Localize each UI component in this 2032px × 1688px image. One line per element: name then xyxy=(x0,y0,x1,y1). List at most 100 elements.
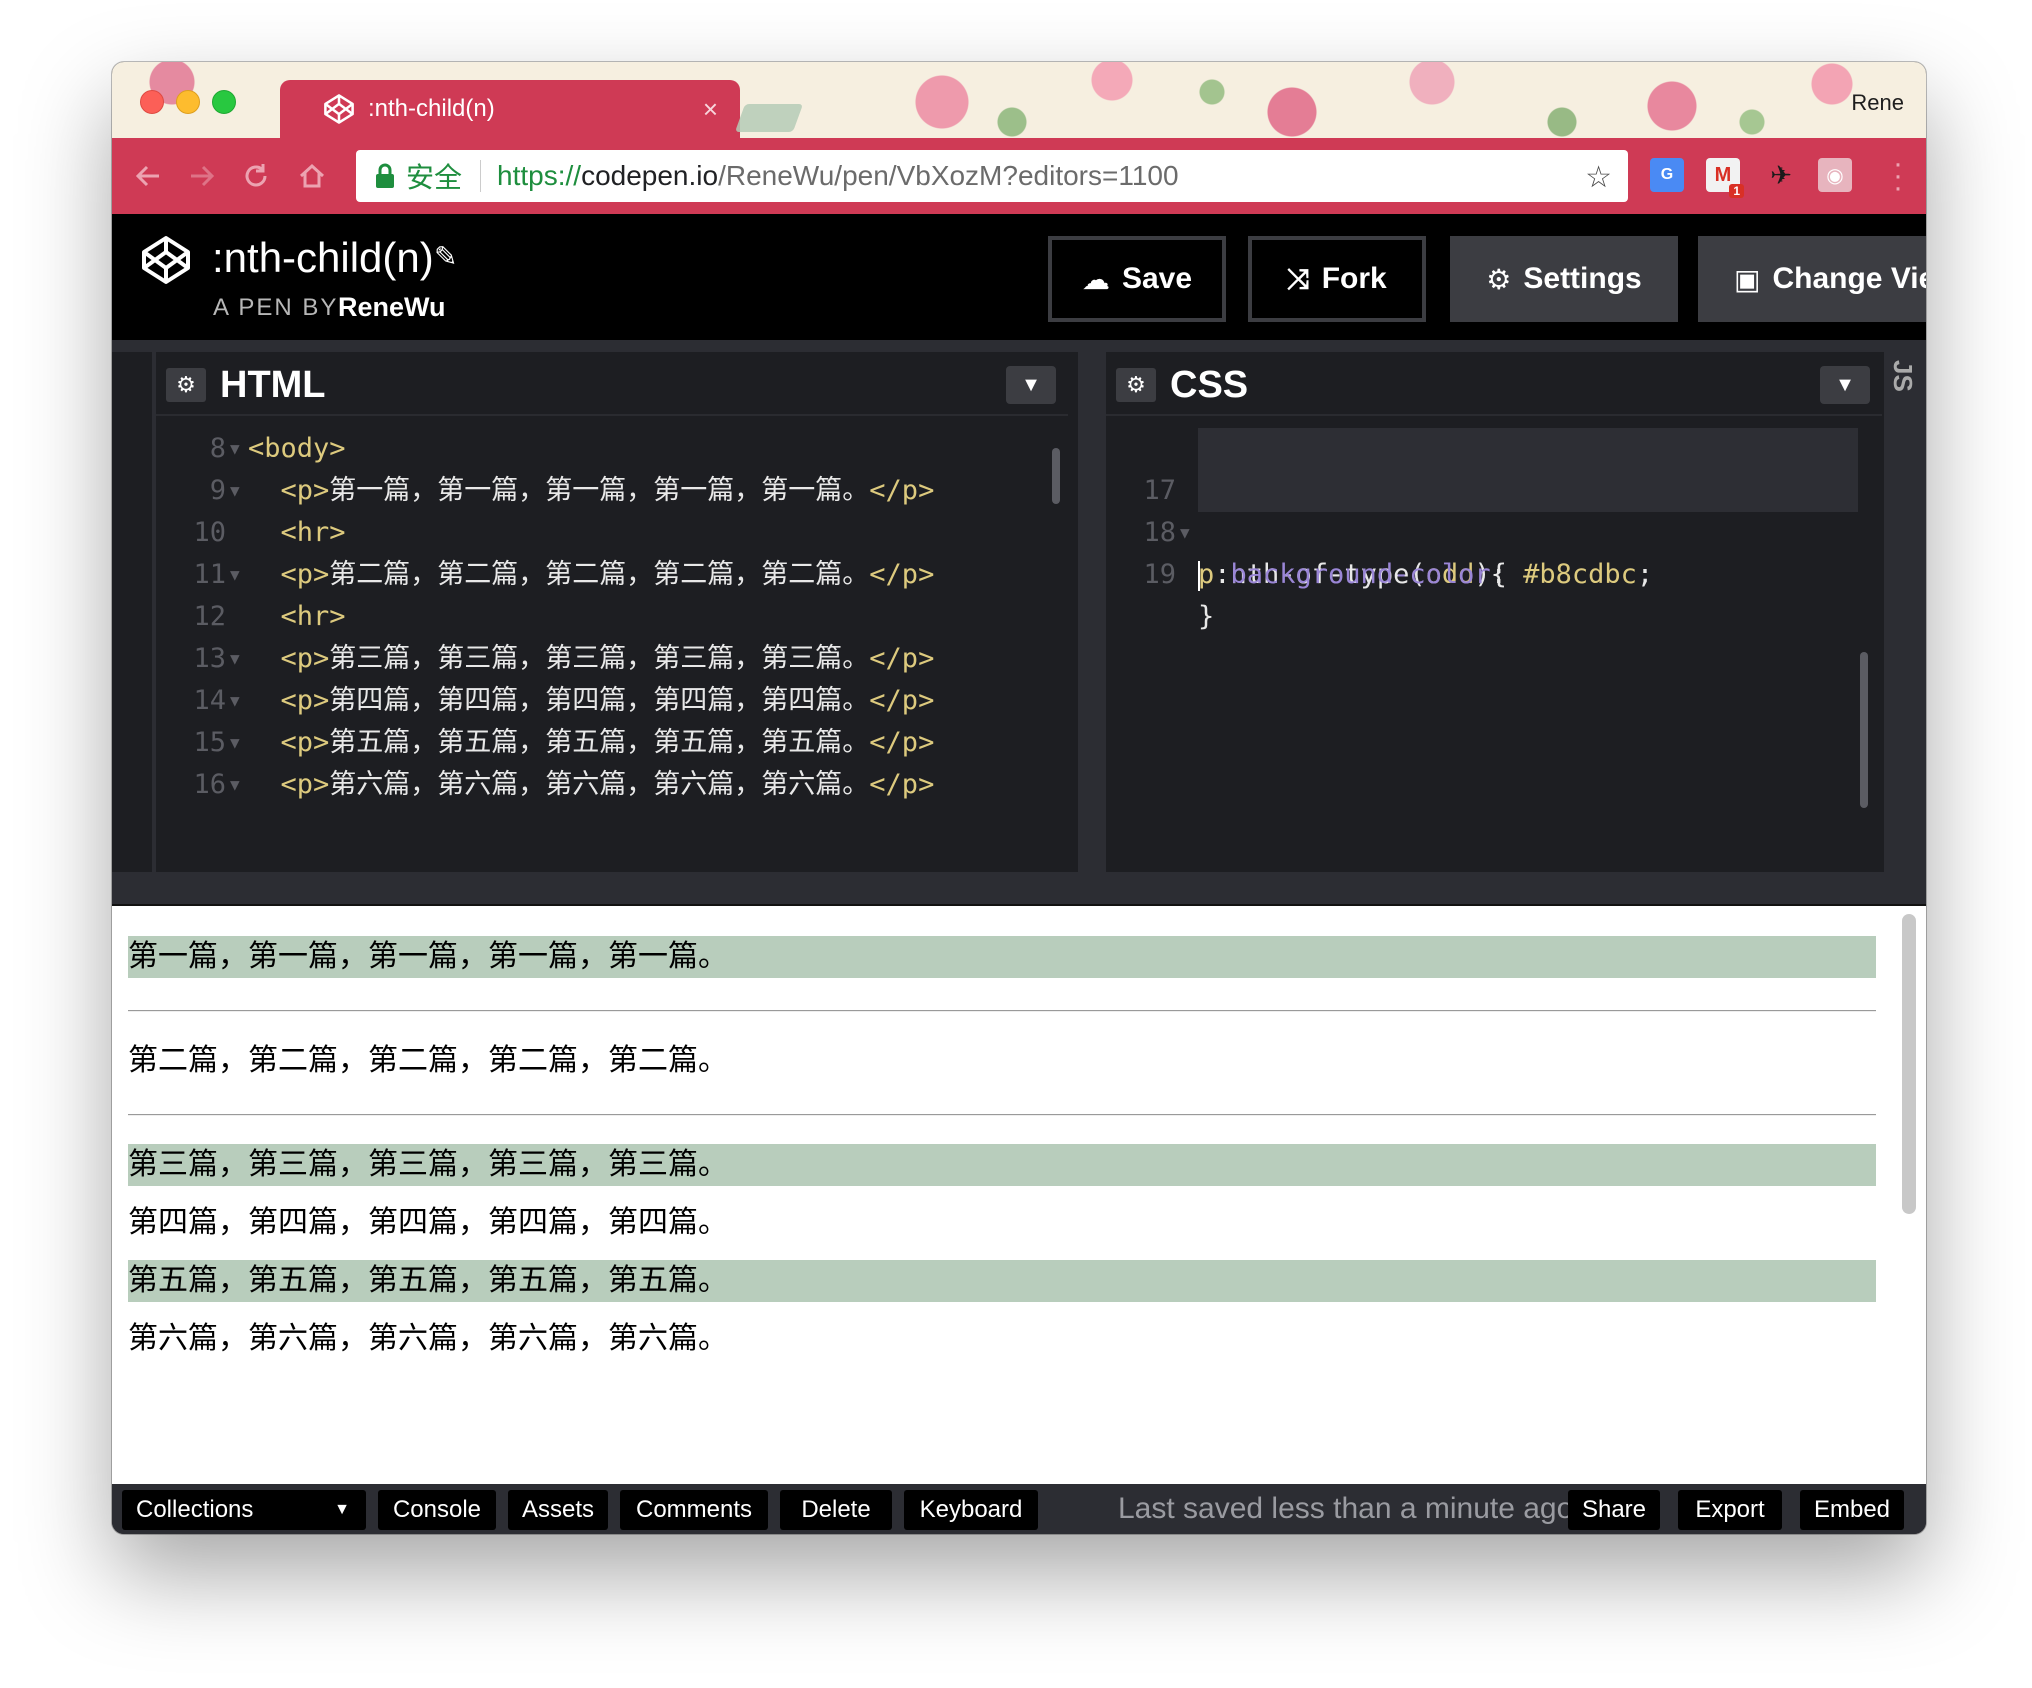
html-text: 第六篇，第六篇，第六篇，第六篇，第六篇。 xyxy=(329,769,870,800)
edit-pencil-icon[interactable]: ✎ xyxy=(434,240,457,273)
css-editor-header: ⚙ CSS ▼ xyxy=(1106,352,1882,416)
forward-arrow-icon[interactable] xyxy=(184,158,220,194)
tab-close-icon[interactable]: × xyxy=(703,94,718,125)
pen-author-link[interactable]: ReneWu xyxy=(338,292,446,323)
editor-resize-handle[interactable] xyxy=(1078,352,1106,872)
save-button[interactable]: ☁ Save xyxy=(1048,236,1226,322)
fold-arrow-icon[interactable]: ▼ xyxy=(230,764,240,806)
delete-button[interactable]: Delete xyxy=(780,1490,892,1530)
html-open-tag: <p> xyxy=(280,475,330,506)
result-preview: 第一篇，第一篇，第一篇，第一篇，第一篇。第二篇，第二篇，第二篇，第二篇，第二篇。… xyxy=(112,906,1926,1484)
fold-arrow-icon[interactable]: ▼ xyxy=(230,638,240,680)
result-paragraph: 第一篇，第一篇，第一篇，第一篇，第一篇。 xyxy=(128,936,1876,978)
html-code-line: 8 ▼ <body> xyxy=(156,428,1068,470)
result-scrollbar[interactable] xyxy=(1902,914,1916,1214)
html-settings-gear-icon[interactable]: ⚙ xyxy=(166,368,206,402)
paragraph-margin xyxy=(128,1082,1876,1114)
paragraph-margin xyxy=(128,1302,1876,1318)
pen-by-label: A PEN BY xyxy=(213,294,339,321)
paragraph-margin xyxy=(128,978,1876,1010)
css-settings-gear-icon[interactable]: ⚙ xyxy=(1116,368,1156,402)
translate-extension-icon[interactable]: G xyxy=(1650,158,1684,192)
html-code-line: 11 ▼ <p>第二篇，第二篇，第二篇，第二篇，第二篇。</p> xyxy=(156,554,1068,596)
new-tab-button[interactable] xyxy=(734,104,804,132)
fold-arrow-icon[interactable]: ▼ xyxy=(230,554,240,596)
fold-arrow-icon[interactable]: ▼ xyxy=(230,680,240,722)
bird-extension-icon[interactable]: ✈ xyxy=(1764,158,1798,192)
html-code-line: 10 <hr> xyxy=(156,512,1068,554)
comments-button[interactable]: Comments xyxy=(620,1490,768,1530)
window-close-button[interactable] xyxy=(140,90,164,114)
result-paragraph: 第五篇，第五篇，第五篇，第五篇，第五篇。 xyxy=(128,1260,1876,1302)
line-number: 16 xyxy=(193,769,226,800)
browser-tab-active[interactable]: :nth-child(n) × xyxy=(280,80,740,138)
fold-arrow-icon[interactable]: ▼ xyxy=(230,722,240,764)
embed-button[interactable]: Embed xyxy=(1800,1490,1904,1530)
fold-arrow-icon[interactable]: ▼ xyxy=(230,428,240,470)
html-scrollbar[interactable] xyxy=(1052,448,1060,504)
settings-label: Settings xyxy=(1523,262,1642,295)
html-open-tag: <p> xyxy=(280,685,330,716)
save-label: Save xyxy=(1121,262,1193,295)
html-open-tag: <p> xyxy=(280,727,330,758)
html-close-tag: </p> xyxy=(869,685,935,716)
css-collapse-chevron-down-icon[interactable]: ▼ xyxy=(1820,366,1870,404)
address-bar[interactable]: 安全 https://codepen.io/ReneWu/pen/VbXozM?… xyxy=(356,150,1628,202)
home-icon[interactable] xyxy=(294,158,330,194)
css-code-area[interactable]: 17 ▼ p:nth-of-type(odd){ 18 background-c… xyxy=(1106,428,1882,632)
css-scrollbar[interactable] xyxy=(1860,652,1868,808)
camera-extension-icon[interactable]: ◉ xyxy=(1818,158,1852,192)
result-paragraph: 第六篇，第六篇，第六篇，第六篇，第六篇。 xyxy=(128,1321,728,1356)
line-number: 8 xyxy=(209,433,226,464)
collections-dropdown[interactable]: Collections ▼ xyxy=(122,1490,366,1530)
css-editor: ⚙ CSS ▼ 17 ▼ p:nth-of-type(odd){ 18 back… xyxy=(1106,352,1882,872)
paragraph-margin xyxy=(128,1012,1876,1040)
window-minimize-button[interactable] xyxy=(176,90,200,114)
change-view-button[interactable]: ▣ Change View xyxy=(1698,236,1926,322)
export-button[interactable]: Export xyxy=(1678,1490,1782,1530)
share-button[interactable]: Share xyxy=(1568,1490,1660,1530)
html-code-line: 15 ▼ <p>第五篇，第五篇，第五篇，第五篇，第五篇。</p> xyxy=(156,722,1068,764)
result-resize-bar[interactable] xyxy=(112,872,1926,906)
html-close-tag: </p> xyxy=(869,643,935,674)
line-number: 11 xyxy=(193,559,226,590)
html-text: 第三篇，第三篇，第三篇，第三篇，第三篇。 xyxy=(329,643,870,674)
html-code-area[interactable]: 8 ▼ <body> 9 ▼ <p>第一篇，第一篇，第一篇，第一篇，第一篇。</p> 10… xyxy=(156,428,1068,806)
settings-button[interactable]: ⚙ Settings xyxy=(1450,236,1678,322)
result-paragraph: 第二篇，第二篇，第二篇，第二篇，第二篇。 xyxy=(128,1043,728,1078)
html-code-line: 12 <hr> xyxy=(156,596,1068,638)
codepen-logo-icon[interactable] xyxy=(140,234,192,286)
tab-title: :nth-child(n) xyxy=(368,95,495,122)
profile-name[interactable]: Rene xyxy=(1851,90,1904,116)
keyboard-button[interactable]: Keyboard xyxy=(904,1490,1038,1530)
pen-title[interactable]: :nth-child(n) xyxy=(212,234,434,282)
assets-button[interactable]: Assets xyxy=(508,1490,608,1530)
html-close-tag: </p> xyxy=(869,559,935,590)
chrome-menu-icon[interactable]: · · · xyxy=(1892,149,1904,203)
fold-arrow-icon[interactable]: ▼ xyxy=(230,470,240,512)
js-tab-label[interactable]: JS xyxy=(1887,360,1918,392)
result-paragraph: 第四篇，第四篇，第四篇，第四篇，第四篇。 xyxy=(128,1205,728,1240)
window-maximize-button[interactable] xyxy=(212,90,236,114)
bookmark-star-icon[interactable]: ☆ xyxy=(1585,160,1612,195)
gmail-extension-icon[interactable]: M1 xyxy=(1706,158,1744,198)
back-arrow-icon[interactable] xyxy=(130,158,166,194)
reload-icon[interactable] xyxy=(238,158,274,194)
change-view-label: Change View xyxy=(1772,262,1926,295)
css-code-line: 18 background-color: #b8cdbc; xyxy=(1106,470,1882,590)
css-colon: : xyxy=(1490,559,1524,590)
address-separator xyxy=(480,160,482,192)
line-number: 19 xyxy=(1143,559,1176,590)
html-collapse-chevron-down-icon[interactable]: ▼ xyxy=(1006,366,1056,404)
html-open-tag: <hr> xyxy=(280,517,346,548)
html-open-tag: <body> xyxy=(248,433,346,464)
console-button[interactable]: Console xyxy=(378,1490,496,1530)
js-editor-collapsed[interactable] xyxy=(1884,352,1926,872)
paragraph-margin xyxy=(128,1244,1876,1260)
fork-button[interactable]: ⤨ Fork xyxy=(1248,236,1426,322)
